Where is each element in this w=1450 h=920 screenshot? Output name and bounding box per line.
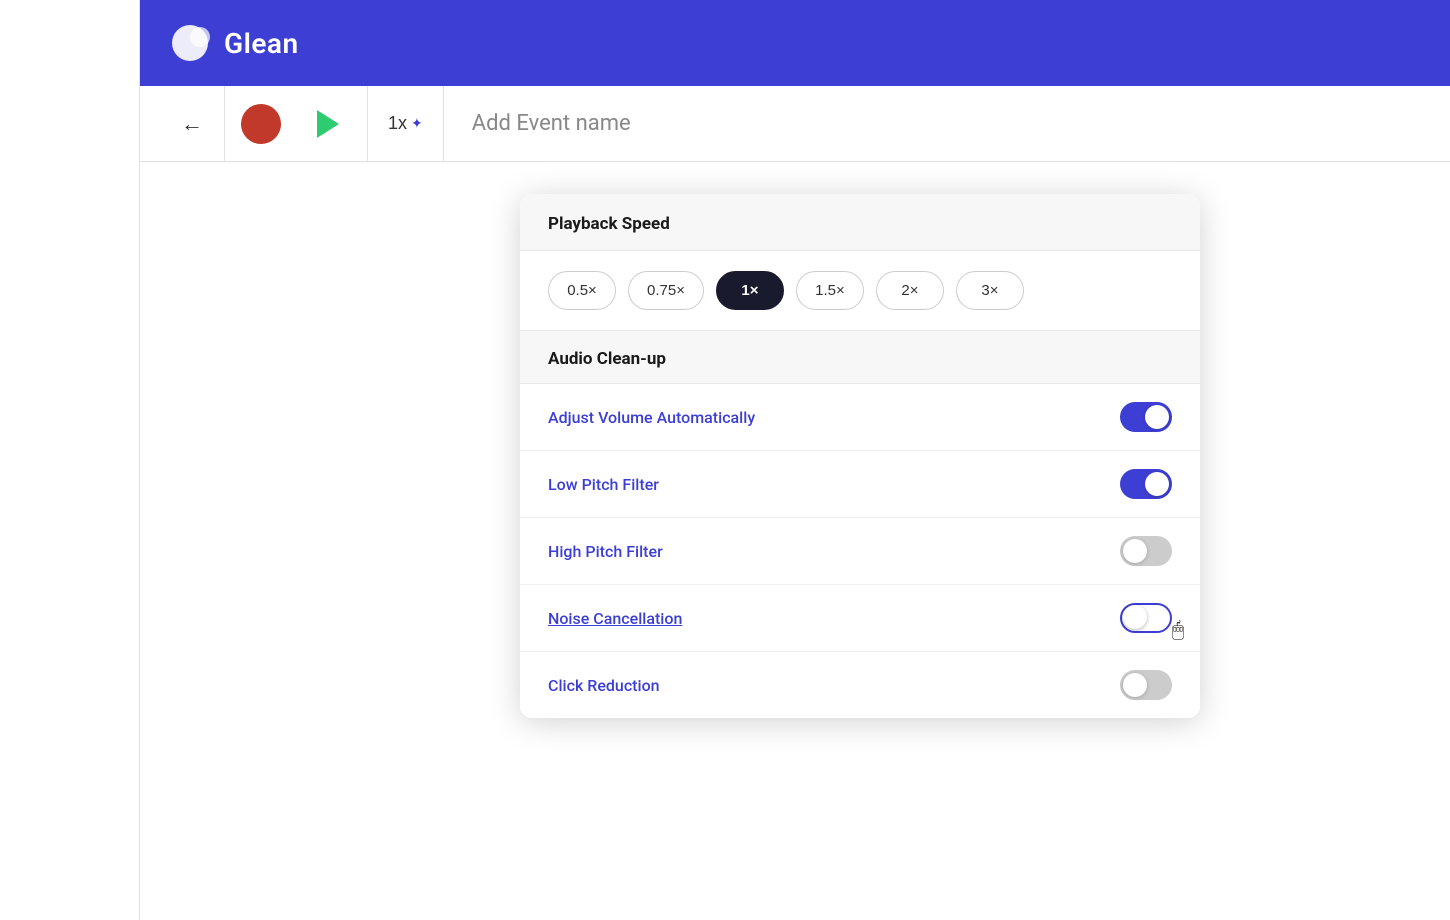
playback-speed-header: Playback Speed <box>520 194 1200 251</box>
speed-option-1.5x[interactable]: 1.5× <box>796 271 864 310</box>
play-icon <box>317 110 339 138</box>
speed-option-0.75x[interactable]: 0.75× <box>628 271 704 310</box>
toolbar-divider-1 <box>224 86 225 162</box>
speed-button[interactable]: 1x✦ <box>372 113 439 134</box>
speed-option-2x[interactable]: 2× <box>876 271 944 310</box>
settings-dropdown: Playback Speed 0.5× 0.75× 1× 1.5× 2× 3× … <box>520 194 1200 718</box>
low-pitch-filter-toggle[interactable]: ✓ <box>1120 469 1172 499</box>
cursor-icon: 🖱 <box>1172 617 1184 641</box>
audio-cleanup-header: Audio Clean-up <box>520 331 1200 384</box>
glean-logo-icon <box>172 25 212 61</box>
speed-star-icon: ✦ <box>411 115 423 132</box>
toggle-checkmark: ✓ <box>1154 476 1166 492</box>
toggle-row-low-pitch: Low Pitch Filter ✓ <box>520 451 1200 518</box>
speed-value: 1x <box>388 113 407 134</box>
sidebar <box>0 0 140 920</box>
logo: Glean <box>172 25 299 61</box>
speed-option-3x[interactable]: 3× <box>956 271 1024 310</box>
event-name-field[interactable]: Add Event name <box>448 111 1426 136</box>
toggle-row-high-pitch: High Pitch Filter <box>520 518 1200 585</box>
click-reduction-toggle[interactable] <box>1120 670 1172 700</box>
toggle-row-noise-cancellation: Noise Cancellation 🖱 <box>520 585 1200 652</box>
high-pitch-filter-toggle[interactable] <box>1120 536 1172 566</box>
speed-option-0.5x[interactable]: 0.5× <box>548 271 616 310</box>
record-button[interactable] <box>241 104 281 144</box>
noise-cancellation-toggle[interactable]: 🖱 <box>1120 603 1172 633</box>
low-pitch-filter-label[interactable]: Low Pitch Filter <box>548 475 659 494</box>
speed-options-group: 0.5× 0.75× 1× 1.5× 2× 3× <box>520 251 1200 331</box>
main-content: Playback Speed 0.5× 0.75× 1× 1.5× 2× 3× … <box>140 162 1450 920</box>
back-button[interactable]: ← <box>164 86 220 162</box>
app-header: Glean <box>140 0 1450 86</box>
speed-option-1x[interactable]: 1× <box>716 271 784 310</box>
adjust-volume-label[interactable]: Adjust Volume Automatically <box>548 408 755 427</box>
toggle-checkmark: ✓ <box>1154 409 1166 425</box>
toolbar: ← 1x✦ Add Event name <box>140 86 1450 162</box>
toggle-row-click-reduction: Click Reduction <box>520 652 1200 718</box>
high-pitch-filter-label[interactable]: High Pitch Filter <box>548 542 663 561</box>
toolbar-divider-2 <box>367 86 368 162</box>
noise-cancellation-label[interactable]: Noise Cancellation <box>548 609 682 628</box>
toggle-row-adjust-volume: Adjust Volume Automatically ✓ <box>520 384 1200 451</box>
app-title: Glean <box>224 27 299 60</box>
play-button[interactable] <box>293 110 363 138</box>
toolbar-divider-3 <box>443 86 444 162</box>
click-reduction-label[interactable]: Click Reduction <box>548 676 660 695</box>
adjust-volume-toggle[interactable]: ✓ <box>1120 402 1172 432</box>
